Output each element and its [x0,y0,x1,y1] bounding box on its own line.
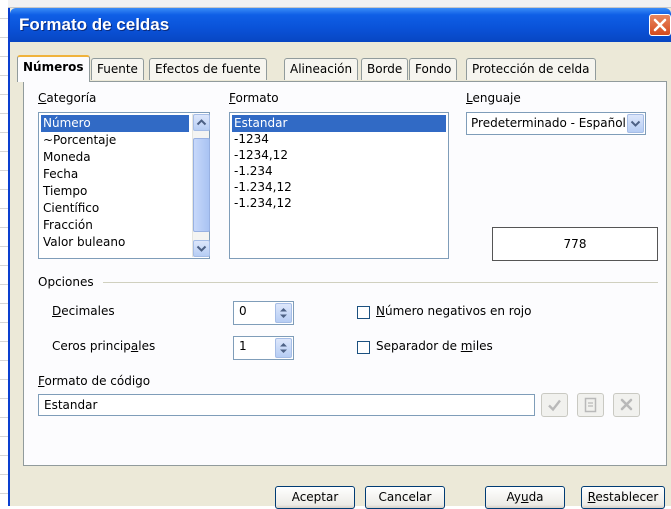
spin-arrows-icon [280,308,287,318]
leading-zeros-stepper[interactable]: 1 [233,336,294,360]
list-item[interactable]: -1.234,12 [232,195,292,212]
format-listbox[interactable]: Estandar -1234 -1234,12 -1.234 -1.234,12… [229,112,449,259]
checkmark-icon [548,399,561,412]
code-format-label: Formato de código [38,374,151,388]
list-item[interactable]: Científico [41,200,99,217]
scroll-thumb[interactable] [193,138,210,232]
language-dropdown[interactable]: Predeterminado - Español [466,112,646,135]
comment-code-button[interactable] [577,393,604,417]
delete-code-button[interactable] [613,393,640,417]
language-dropdown-button[interactable] [627,114,644,133]
tab-fondo[interactable]: Fondo [409,58,458,80]
title-bar[interactable]: Formato de celdas [10,8,671,42]
tab-borde[interactable]: Borde [361,58,409,80]
list-item[interactable]: Estandar [232,115,446,132]
list-item[interactable]: -1.234,12 [232,179,292,196]
list-item[interactable]: ~Porcentaje [41,132,116,149]
decimals-stepper[interactable]: 0 [233,301,294,325]
category-scrollbar[interactable] [192,114,210,257]
spin-arrows-icon [280,343,287,353]
dialog-title: Formato de celdas [19,15,170,34]
delete-x-icon [620,398,633,411]
tab-proteccion-de-celda[interactable]: Protección de celda [466,58,596,80]
list-item[interactable]: -1.234 [232,163,273,180]
preview-box: 778 [492,227,658,261]
list-item[interactable]: Fecha [41,166,78,183]
tab-numeros[interactable]: Números [17,55,90,82]
category-label: Categoría [38,91,97,105]
background-toolbar-strip [0,0,671,8]
list-item[interactable]: Número [41,115,189,132]
scroll-down-button[interactable] [193,240,210,257]
negative-red-checkbox[interactable] [357,306,370,319]
leading-zeros-spin-button[interactable] [275,338,292,358]
close-icon [653,18,667,32]
thousands-separator-checkbox[interactable] [357,341,370,354]
list-item[interactable]: Tiempo [41,183,87,200]
apply-code-button[interactable] [541,393,568,417]
numbers-tab-panel: Categoría Número ~Porcentaje Moneda Fech… [23,81,667,466]
options-heading: Opciones [38,275,94,289]
format-cells-dialog: Formato de celdas Números Fuente Efectos… [8,8,671,509]
scroll-up-arrow-icon [196,119,207,126]
close-button[interactable] [649,14,671,36]
category-listbox[interactable]: Número ~Porcentaje Moneda Fecha Tiempo C… [38,112,210,259]
tab-fuente[interactable]: Fuente [91,58,144,80]
decimals-label: Decimales [52,304,115,318]
options-separator [103,282,658,283]
format-label: Formato [229,91,279,105]
background-spreadsheet-grid [0,0,8,506]
negative-red-label[interactable]: Número negativos en rojo [376,304,532,318]
leading-zeros-value: 1 [239,339,247,353]
decimals-value: 0 [239,304,247,318]
list-item[interactable]: Fracción [41,217,93,234]
leading-zeros-label: Ceros principales [52,339,156,353]
language-value: Predeterminado - Español [471,116,626,130]
list-item[interactable]: Moneda [41,149,91,166]
thousands-separator-label[interactable]: Separador de miles [376,339,493,353]
tab-alineacion[interactable]: Alineación [284,58,359,80]
list-item[interactable]: -1234 [232,131,269,148]
list-item[interactable]: Valor buleano [41,234,125,251]
scroll-down-arrow-icon [196,245,207,252]
decimals-spin-button[interactable] [275,303,292,323]
dropdown-arrow-icon [630,120,641,127]
language-label: Lenguaje [466,91,521,105]
scroll-up-button[interactable] [193,114,210,131]
comment-icon [584,397,597,413]
tab-efectos-de-fuente[interactable]: Efectos de fuente [149,58,267,80]
list-item[interactable]: -1234,12 [232,147,288,164]
code-format-input[interactable]: Estandar [38,394,535,416]
